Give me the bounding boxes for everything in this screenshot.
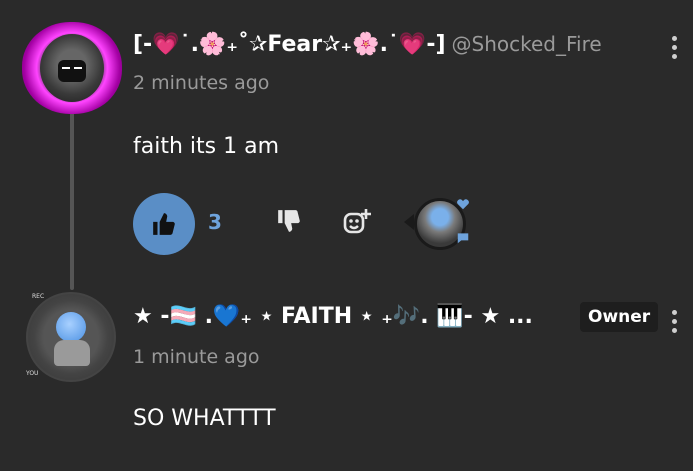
comment-1-handle[interactable]: @Shocked_Fire (452, 32, 602, 56)
dislike-button[interactable] (276, 208, 302, 238)
chat-icon (456, 230, 520, 286)
comment-1-more-icon[interactable] (672, 36, 680, 63)
thumbs-down-icon (278, 210, 300, 232)
comment-1-text: faith its 1 am (133, 134, 279, 159)
comment-2-text: SO WHATTTT (133, 406, 276, 431)
thumbs-up-icon (153, 213, 175, 235)
thread-connector (70, 112, 74, 290)
add-reaction-button[interactable] (342, 206, 374, 242)
avatar-you-label: YOU (26, 370, 39, 377)
avatar-comment-2[interactable] (26, 292, 116, 382)
comment-1-timestamp: 2 minutes ago (133, 72, 270, 94)
like-button[interactable] (133, 193, 195, 255)
avatar-comment-1[interactable] (22, 22, 122, 114)
like-count: 3 (208, 210, 222, 234)
comment-1-author-name[interactable]: [-💗˙.🌸₊˚✰Fear✰₊🌸.˙💗-] (133, 32, 446, 57)
avatar-rec-label: REC (32, 293, 45, 300)
comment-2-more-icon[interactable] (672, 310, 680, 337)
comment-1-author[interactable]: [-💗˙.🌸₊˚✰Fear✰₊🌸.˙💗-] @Shocked_Fire (133, 32, 602, 57)
owner-badge: Owner (580, 302, 659, 332)
comment-2-author-name[interactable]: ★ -🏳️‍⚧️ .💙₊ ⋆ FAITH ⋆ ₊🎶. 🎹- ★ ... (133, 304, 533, 329)
add-reaction-icon (343, 209, 371, 234)
comment-2-timestamp: 1 minute ago (133, 346, 260, 368)
